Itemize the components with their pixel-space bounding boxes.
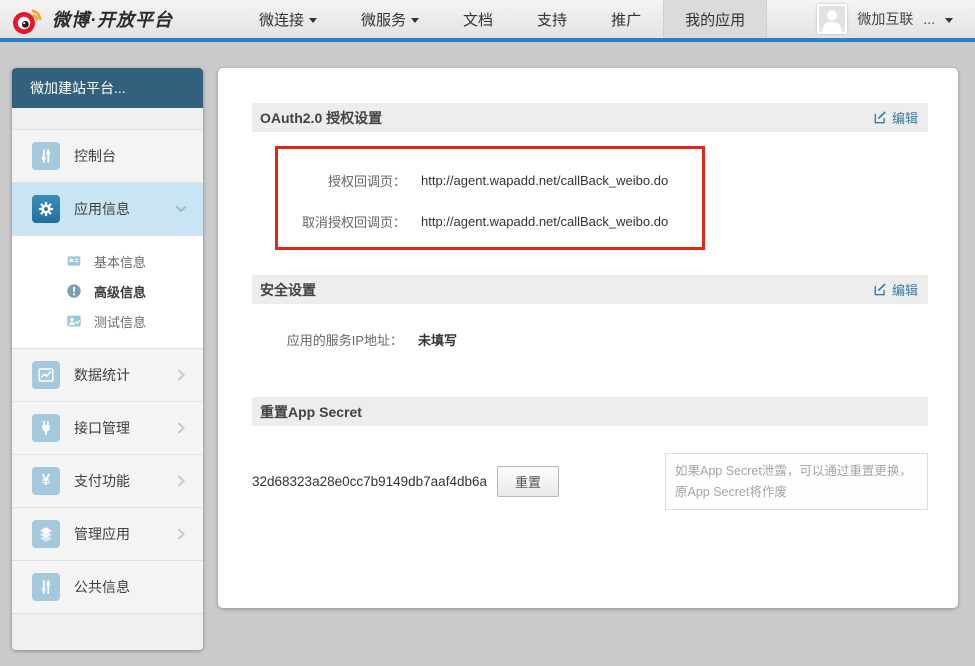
user-check-icon bbox=[66, 313, 82, 329]
sidebar-subitem-basic-info[interactable]: 基本信息 bbox=[12, 246, 203, 276]
sidebar-item-manage-apps[interactable]: 管理应用 bbox=[12, 508, 203, 561]
sidebar-item-label: 管理应用 bbox=[74, 524, 130, 544]
callback-highlight-box: 授权回调页： http://agent.wapadd.net/callBack_… bbox=[275, 146, 705, 250]
brand-title: 微博·开放平台 bbox=[52, 6, 173, 32]
sidebar-item-label: 公共信息 bbox=[74, 577, 130, 597]
dropdown-caret-icon bbox=[309, 18, 317, 23]
chevron-right-icon bbox=[173, 526, 189, 542]
edit-label: 编辑 bbox=[892, 280, 918, 299]
nav-label: 支持 bbox=[537, 9, 567, 30]
avatar bbox=[817, 4, 847, 34]
plug-icon bbox=[32, 414, 60, 442]
yen-icon: ¥ bbox=[32, 467, 60, 495]
sidebar-item-public-info[interactable]: 公共信息 bbox=[12, 561, 203, 614]
sidebar-subitem-label: 高级信息 bbox=[94, 282, 146, 301]
section-title: 重置App Secret bbox=[260, 402, 362, 422]
nav-label: 微服务 bbox=[361, 9, 406, 30]
section-title: OAuth2.0 授权设置 bbox=[260, 108, 382, 128]
field-row: 授权回调页： http://agent.wapadd.net/callBack_… bbox=[288, 171, 702, 190]
user-name: 微加互联 bbox=[857, 9, 913, 29]
nav-label: 微连接 bbox=[259, 9, 304, 30]
sidebar-item-console[interactable]: 控制台 bbox=[12, 130, 203, 183]
oauth-edit-button[interactable]: 编辑 bbox=[873, 108, 918, 127]
edit-icon bbox=[873, 283, 887, 297]
nav-label: 我的应用 bbox=[685, 9, 745, 30]
secret-note: 如果App Secret泄露，可以通过重置更换，原App Secret将作废 bbox=[665, 453, 928, 510]
user-menu[interactable]: 微加互联 ... bbox=[817, 0, 975, 38]
nav-label: 推广 bbox=[611, 9, 641, 30]
dropdown-caret-icon bbox=[411, 18, 419, 23]
reset-button[interactable]: 重置 bbox=[497, 466, 559, 497]
weibo-logo-icon bbox=[10, 2, 46, 36]
field-label: 授权回调页： bbox=[288, 171, 406, 190]
chevron-right-icon bbox=[173, 367, 189, 383]
user-caret-icon bbox=[945, 18, 953, 23]
nav-promotion[interactable]: 推广 bbox=[589, 0, 663, 38]
ip-address-value: 未填写 bbox=[418, 330, 457, 349]
nav-label: 文档 bbox=[463, 9, 493, 30]
nav-my-apps[interactable]: 我的应用 bbox=[663, 0, 767, 38]
reset-secret-section-header: 重置App Secret bbox=[252, 397, 928, 426]
sidebar-item-label: 应用信息 bbox=[74, 199, 130, 219]
cancel-callback-url-value: http://agent.wapadd.net/callBack_weibo.d… bbox=[421, 214, 668, 229]
sidebar-submenu: 基本信息 高级信息 测试信息 bbox=[12, 236, 203, 349]
oauth-section-header: OAuth2.0 授权设置 编辑 bbox=[252, 103, 928, 132]
security-edit-button[interactable]: 编辑 bbox=[873, 280, 918, 299]
callback-url-value: http://agent.wapadd.net/callBack_weibo.d… bbox=[421, 173, 668, 188]
sidebar-spacer bbox=[12, 108, 203, 130]
sidebar-item-label: 数据统计 bbox=[74, 365, 130, 385]
user-name-suffix: ... bbox=[923, 11, 935, 27]
id-card-icon bbox=[66, 253, 82, 269]
sidebar-item-data-stats[interactable]: 数据统计 bbox=[12, 349, 203, 402]
sidebar-item-app-info[interactable]: 应用信息 bbox=[12, 183, 203, 236]
chevron-right-icon bbox=[173, 420, 189, 436]
sidebar-subitem-label: 测试信息 bbox=[94, 312, 146, 331]
nav-support[interactable]: 支持 bbox=[515, 0, 589, 38]
sliders-icon bbox=[32, 142, 60, 170]
app-secret-value: 32d68323a28e0cc7b9149db7aaf4db6a bbox=[252, 474, 487, 489]
secret-row: 32d68323a28e0cc7b9149db7aaf4db6a 重置 如果Ap… bbox=[252, 453, 928, 510]
exclamation-icon bbox=[66, 283, 82, 299]
sidebar-item-label: 支付功能 bbox=[74, 471, 130, 491]
sidebar-subitem-label: 基本信息 bbox=[94, 252, 146, 271]
sidebar-item-payment[interactable]: ¥ 支付功能 bbox=[12, 455, 203, 508]
brand[interactable]: 微博·开放平台 bbox=[0, 0, 225, 38]
nav-weiservice[interactable]: 微服务 bbox=[339, 0, 441, 38]
field-label: 取消授权回调页： bbox=[288, 212, 406, 231]
field-label: 应用的服务IP地址： bbox=[285, 330, 403, 349]
main-panel: OAuth2.0 授权设置 编辑 授权回调页： http://agent.wap… bbox=[218, 68, 958, 608]
edit-label: 编辑 bbox=[892, 108, 918, 127]
nav-weiconnect[interactable]: 微连接 bbox=[237, 0, 339, 38]
edit-icon bbox=[873, 111, 887, 125]
field-row: 取消授权回调页： http://agent.wapadd.net/callBac… bbox=[288, 212, 702, 231]
chart-icon bbox=[32, 361, 60, 389]
sidebar-subitem-test-info[interactable]: 测试信息 bbox=[12, 306, 203, 336]
nav-docs[interactable]: 文档 bbox=[441, 0, 515, 38]
sidebar-app-title[interactable]: 微加建站平台... bbox=[12, 68, 203, 108]
chevron-down-icon bbox=[173, 201, 189, 217]
sidebar: 微加建站平台... 控制台 应用信息 基本信息 高级信息 测试信息 bbox=[12, 68, 203, 650]
layers-icon bbox=[32, 520, 60, 548]
gear-icon bbox=[32, 195, 60, 223]
sliders-icon bbox=[32, 573, 60, 601]
main-nav: 微连接 微服务 文档 支持 推广 我的应用 bbox=[237, 0, 767, 38]
field-row: 应用的服务IP地址： 未填写 bbox=[285, 330, 928, 349]
sidebar-footer bbox=[12, 614, 203, 650]
sidebar-subitem-advanced-info[interactable]: 高级信息 bbox=[12, 276, 203, 306]
yen-glyph: ¥ bbox=[42, 473, 51, 489]
security-section-header: 安全设置 编辑 bbox=[252, 275, 928, 304]
section-title: 安全设置 bbox=[260, 280, 316, 300]
sidebar-item-api-management[interactable]: 接口管理 bbox=[12, 402, 203, 455]
chevron-right-icon bbox=[173, 473, 189, 489]
sidebar-item-label: 接口管理 bbox=[74, 418, 130, 438]
top-header: 微博·开放平台 微连接 微服务 文档 支持 推广 我的应用 微加 bbox=[0, 0, 975, 42]
sidebar-item-label: 控制台 bbox=[74, 146, 116, 166]
person-icon bbox=[819, 6, 845, 32]
